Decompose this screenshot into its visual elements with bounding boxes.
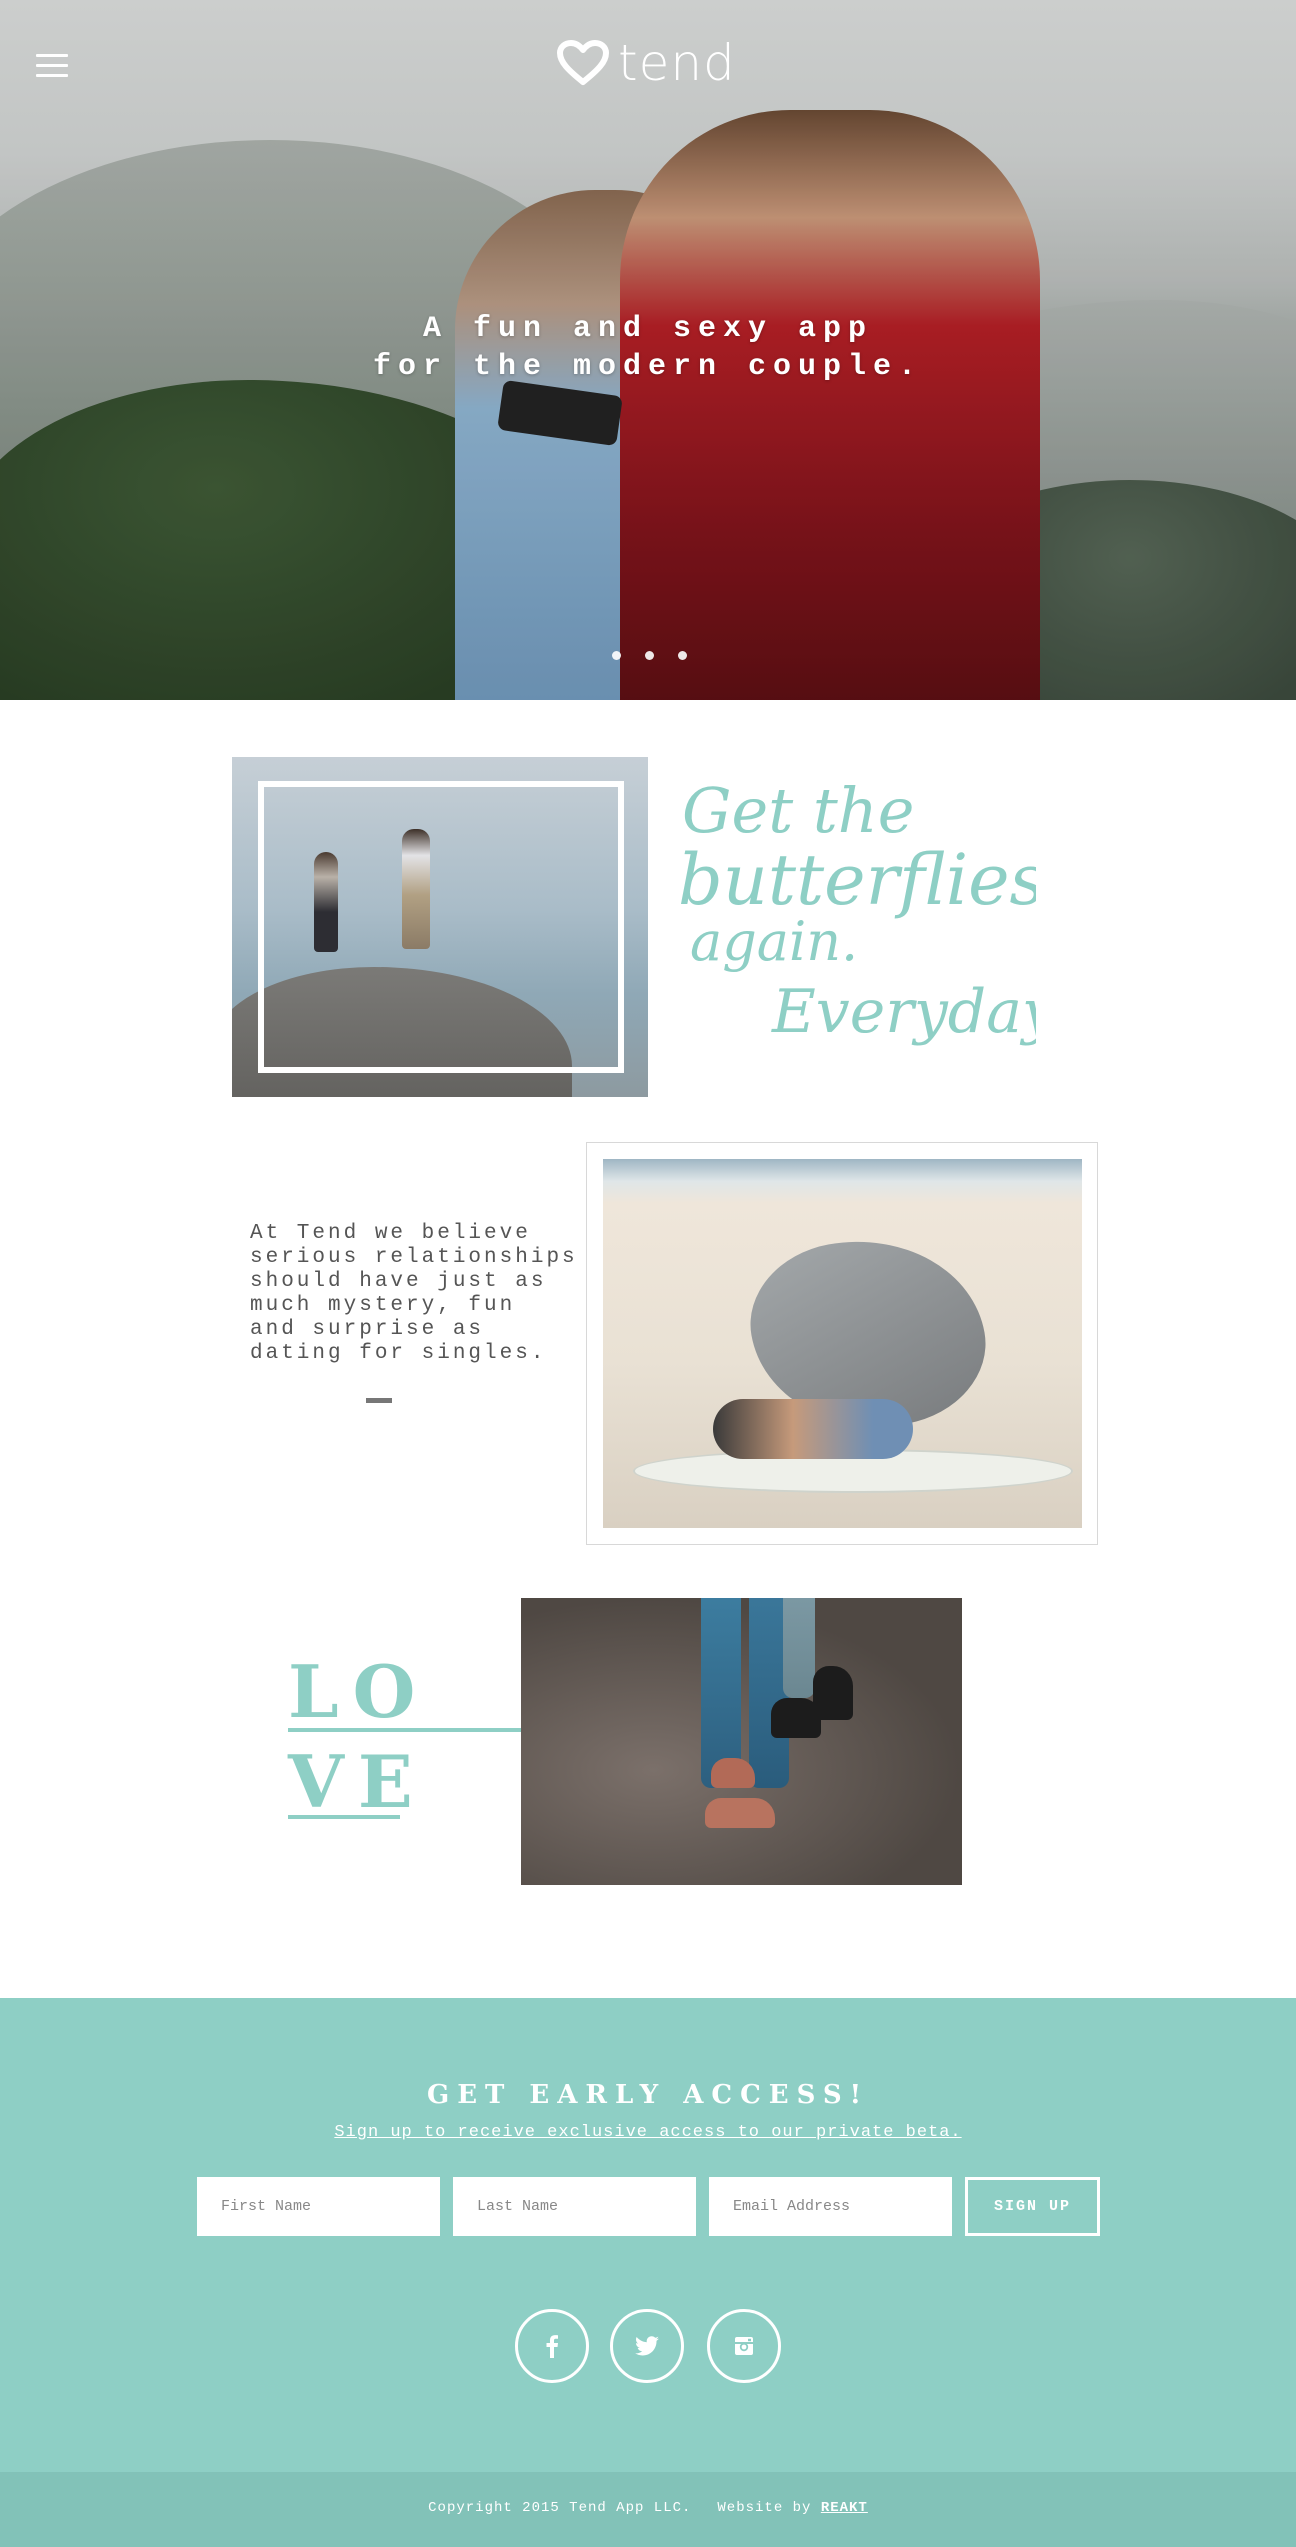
footer-website-by: Website by [717,2500,812,2516]
about-blurb-line: and surprise as [250,1318,485,1341]
twitter-bird-icon [635,2336,659,2356]
love-underline [288,1815,400,1819]
about-blurb: At Tend we believe serious relationships… [250,1222,580,1366]
hero-tagline: A fun and sexy app for the modern couple… [300,310,996,386]
about-blurb-line: At Tend we believe [250,1222,531,1245]
hamburger-menu-icon[interactable] [36,54,68,80]
hero-tagline-line: A fun and sexy app [422,312,874,346]
heart-icon [557,40,609,85]
love-heading-line: LO [288,1649,430,1734]
photo-beach-acro-frame [586,1142,1098,1545]
facebook-icon[interactable] [515,2309,589,2383]
script-line: Get the [682,774,914,847]
about-blurb-line: dating for singles. [250,1342,547,1365]
photo-beach-acro [603,1159,1082,1528]
first-name-field[interactable] [197,2177,440,2236]
love-heading: LO VE [288,1647,429,1827]
slider-dot[interactable] [612,651,621,660]
facebook-glyph-icon [546,2335,558,2358]
email-field[interactable] [709,2177,952,2236]
photo-frame-border [258,781,624,1073]
logo-text: tend [618,34,736,92]
footer-copyright: Copyright 2015 Tend App LLC. [428,2500,692,2516]
signup-subtitle-link[interactable]: Sign up to receive exclusive access to o… [334,2123,961,2142]
script-headline: Get the butterflies again. Everyday. [678,774,1036,1047]
love-heading-line: VE [288,1739,427,1824]
photo-couple-legs [521,1598,962,1885]
signup-title: GET EARLY ACCESS! [426,2080,870,2110]
decorative-dash [366,1398,392,1403]
script-line: Everyday. [771,977,1036,1047]
last-name-field[interactable] [453,2177,696,2236]
twitter-icon[interactable] [610,2309,684,2383]
slider-dot[interactable] [645,651,654,660]
photo-couple-on-rock [232,757,648,1097]
hero-tagline-line: for the modern couple. [372,350,924,384]
about-blurb-line: should have just as [250,1270,547,1293]
script-line: again. [690,910,858,973]
signup-subtitle: Sign up to receive exclusive access to o… [0,2123,1296,2142]
footer-agency-link[interactable]: REAKT [821,2500,868,2516]
about-blurb-line: serious relationships [250,1246,578,1269]
script-line: butterflies [678,839,1036,921]
instagram-icon[interactable] [707,2309,781,2383]
logo[interactable]: tend [556,38,736,88]
sign-up-button[interactable]: SIGN UP [965,2177,1100,2236]
instagram-camera-icon [735,2337,753,2355]
slider-dots [612,651,687,660]
footer-text: Copyright 2015 Tend App LLC. Website by R… [0,2500,1296,2516]
about-blurb-line: much mystery, fun [250,1294,516,1317]
slider-dot[interactable] [678,651,687,660]
